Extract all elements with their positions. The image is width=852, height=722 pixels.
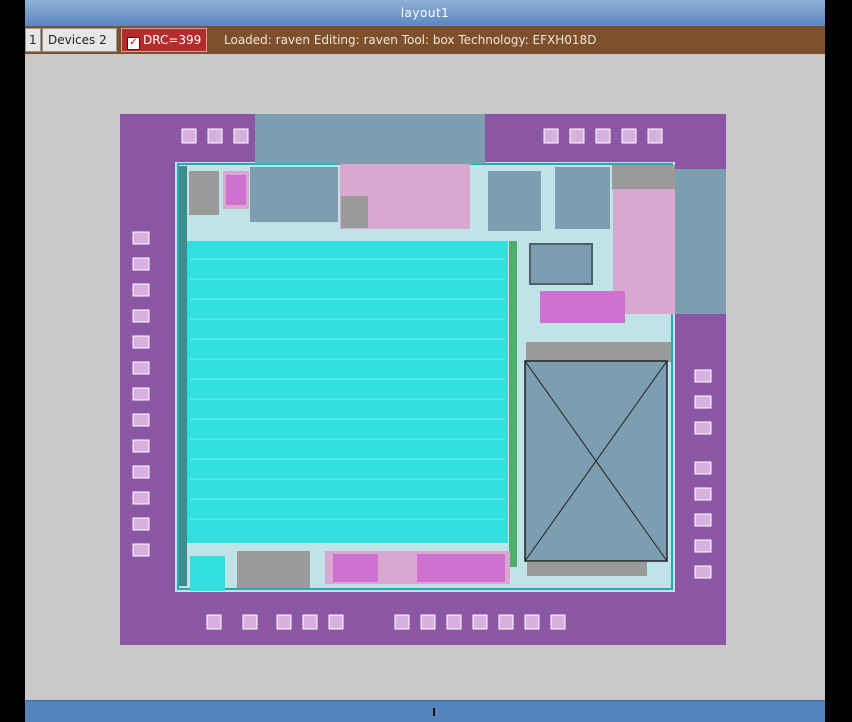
right-pad-column <box>694 369 712 579</box>
top-left-grey-block <box>189 171 219 215</box>
toolbar: 1 Devices 2 ✓ DRC=399 Loaded: raven Editi… <box>25 26 825 54</box>
layout-window: layout1 1 Devices 2 ✓ DRC=399 Loaded: rav… <box>25 0 825 722</box>
drc-toggle[interactable]: ✓ DRC=399 <box>121 28 207 52</box>
top-analog-strip <box>255 114 485 164</box>
window-title: layout1 <box>400 6 450 20</box>
top-grey-block <box>341 196 368 228</box>
tab-1-label: 1 <box>29 33 37 47</box>
bottom-cyan-cell <box>190 556 225 591</box>
right-top-block-b <box>555 167 610 229</box>
bottom-magenta-b <box>417 554 505 582</box>
drc-checkbox-icon[interactable]: ✓ <box>127 37 140 50</box>
splitter-handle[interactable] <box>433 708 435 716</box>
macro-bottom-bar <box>527 562 647 576</box>
chip-layout-drawing[interactable] <box>25 54 825 700</box>
logic-right-rail <box>509 241 517 567</box>
top-left-magenta-cell <box>226 175 246 205</box>
top-block-a <box>250 167 338 222</box>
window-title-bar[interactable]: layout1 <box>25 0 825 26</box>
right-magenta-strip <box>540 291 625 323</box>
drc-count-label: DRC=399 <box>143 33 202 47</box>
bottom-grey-block <box>237 551 310 588</box>
tab-devices[interactable]: Devices 2 <box>42 28 117 52</box>
tab-1[interactable]: 1 <box>25 28 41 52</box>
logic-standard-cell-block <box>186 241 508 543</box>
right-top-block-a <box>488 171 541 231</box>
tab-devices-label: Devices 2 <box>48 33 107 47</box>
right-grey-bar <box>526 342 671 362</box>
bottom-magenta-a <box>333 554 378 582</box>
left-power-rail <box>179 166 187 586</box>
right-top-grey-block <box>612 165 675 190</box>
right-edge-block <box>675 169 726 314</box>
bottom-status-bar <box>25 700 825 722</box>
status-message: Loaded: raven Editing: raven Tool: box T… <box>224 33 597 47</box>
right-mid-block <box>529 243 593 285</box>
layout-canvas[interactable] <box>25 54 825 700</box>
